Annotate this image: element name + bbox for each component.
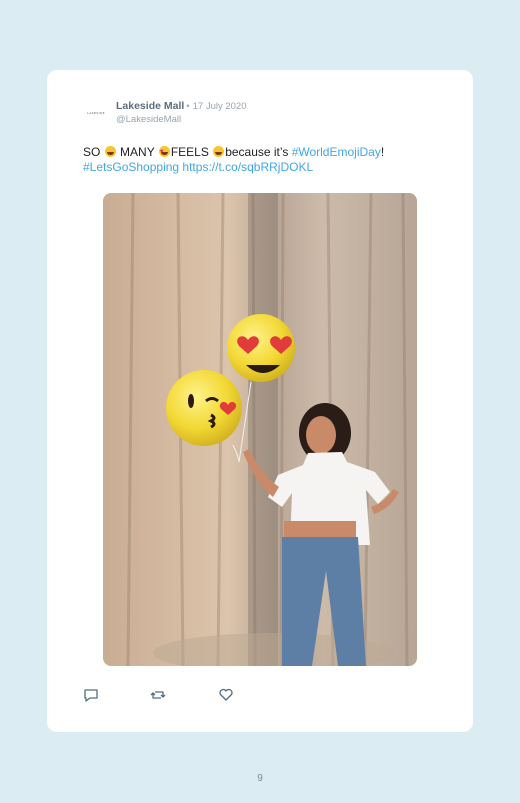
text-bang: ! (380, 145, 385, 159)
grinning-emoji-icon (104, 146, 116, 157)
text-because: because it’s (225, 145, 289, 159)
text-so: SO (83, 145, 101, 159)
author-line: Lakeside Mall • 17 July 2020 (116, 100, 246, 112)
like-icon[interactable] (218, 687, 234, 703)
author-avatar[interactable]: LAKESIDE (83, 107, 109, 119)
kissing-balloon (166, 370, 242, 446)
heart-eyes-balloon (227, 314, 295, 382)
avatar-logo-text: LAKESIDE (87, 111, 105, 115)
page-number: 9 (257, 773, 263, 784)
hashtag-lets-go-shopping[interactable]: #LetsGoShopping (83, 160, 179, 174)
tweet-photo[interactable] (103, 193, 417, 666)
hashtag-world-emoji-day[interactable]: #WorldEmojiDay (292, 145, 381, 159)
author-handle[interactable]: @LakesideMall (116, 114, 181, 125)
tweet-date[interactable]: 17 July 2020 (193, 101, 247, 112)
separator-dot: • (186, 101, 190, 112)
reply-icon[interactable] (83, 687, 99, 703)
retweet-icon[interactable] (150, 687, 166, 703)
text-feels: FEELS (170, 145, 209, 159)
winking-tongue-emoji-icon (213, 146, 225, 157)
heart-eyes-emoji-icon (158, 145, 170, 160)
tweet-text: SO MANY FEELS because it’s #WorldEmojiDa… (83, 145, 443, 175)
author-name[interactable]: Lakeside Mall (116, 100, 184, 112)
tweet-card: LAKESIDE Lakeside Mall • 17 July 2020 @Lak… (47, 70, 473, 732)
text-many: MANY (120, 145, 155, 159)
tweet-link[interactable]: https://t.co/sqbRRjDOKL (182, 160, 313, 174)
photo-illustration (103, 193, 417, 666)
